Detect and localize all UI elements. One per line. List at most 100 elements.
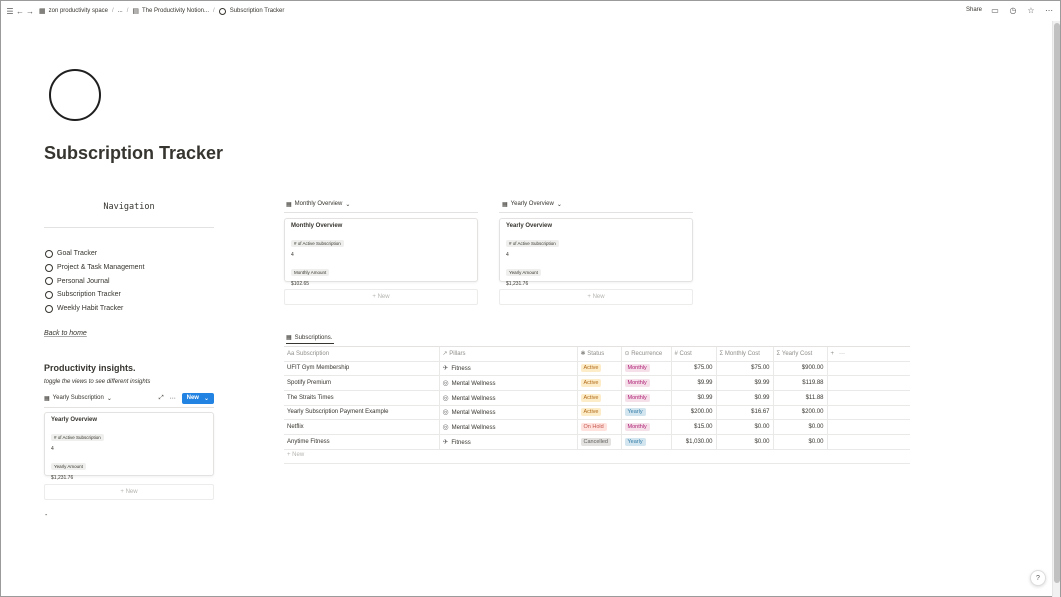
cell-subscription[interactable]: Yearly Subscription Payment Example — [284, 405, 440, 421]
insights-card[interactable]: Yearly Overview # of Active Subscription… — [44, 412, 214, 481]
page-title[interactable]: Subscription Tracker — [44, 143, 223, 164]
table-row[interactable]: Yearly Subscription Payment Example ◎ Men… — [284, 405, 910, 421]
table-row[interactable]: UFIT Gym Membership ✈ Fitness Active Mont… — [284, 361, 910, 377]
breadcrumb-parent[interactable]: ▤ The Productivity Notion... — [132, 7, 209, 15]
new-card-button[interactable]: + New — [499, 289, 693, 305]
yearly-view-selector[interactable]: Yearly Overview — [511, 201, 554, 207]
view-selector[interactable]: Yearly Subscription — [53, 395, 104, 401]
comment-icon[interactable]: ▭ — [990, 5, 1000, 15]
chevron-down-icon[interactable]: ⌄ — [557, 201, 562, 208]
help-button[interactable]: ? — [1030, 570, 1046, 586]
tab-subscriptions[interactable]: ▦ Subscriptions. — [286, 332, 335, 344]
cell-yearly-cost[interactable]: $200.00 — [773, 405, 828, 421]
cell-cost[interactable]: $9.99 — [671, 375, 717, 391]
cell-pillars[interactable]: ◎ Mental Wellness — [439, 419, 578, 435]
col-header-yearly-cost[interactable]: Σ Yearly Cost — [773, 347, 828, 362]
breadcrumb-ellipsis[interactable]: ... — [118, 8, 123, 14]
cell-cost[interactable]: $1,030.00 — [671, 434, 717, 450]
cell-recurrence[interactable]: Monthly — [621, 390, 672, 406]
cell-yearly-cost[interactable]: $0.00 — [773, 419, 828, 435]
cell-monthly-cost[interactable]: $16.67 — [716, 405, 774, 421]
clock-icon[interactable]: ◷ — [1008, 5, 1018, 15]
cell-status[interactable]: On Hold — [577, 419, 622, 435]
yearly-overview-card[interactable]: Yearly Overview # of Active Subscription… — [499, 218, 693, 287]
cell-monthly-cost[interactable]: $0.00 — [716, 419, 774, 435]
new-row-button[interactable]: + New — [287, 452, 304, 458]
col-header-status[interactable]: ✱ Status — [577, 347, 622, 362]
forward-arrow-icon[interactable]: → — [25, 6, 35, 16]
cell-status[interactable]: Active — [577, 361, 622, 377]
cell-monthly-cost[interactable]: $0.99 — [716, 390, 774, 406]
chevron-down-icon[interactable]: ⌄ — [345, 201, 350, 208]
cell-pillars[interactable]: ✈ Fitness — [439, 361, 578, 377]
cell-monthly-cost[interactable]: $75.00 — [716, 361, 774, 377]
cell-monthly-cost[interactable]: $9.99 — [716, 375, 774, 391]
cell-status[interactable]: Active — [577, 405, 622, 421]
cell-cost[interactable]: $15.00 — [671, 419, 717, 435]
col-header-cost[interactable]: # Cost — [671, 347, 717, 362]
cell-cost[interactable]: $75.00 — [671, 361, 717, 377]
cell-monthly-cost[interactable]: $0.00 — [716, 434, 774, 450]
cell-pillars[interactable]: ✈ Fitness — [439, 434, 578, 450]
expand-icon[interactable]: ⤢ — [159, 395, 164, 402]
table-row[interactable]: Anytime Fitness ✈ Fitness Cancelled Yearl… — [284, 434, 910, 450]
chevron-down-icon[interactable]: ⌄ — [204, 395, 209, 402]
new-button[interactable]: New ⌄ — [181, 392, 214, 404]
table-row[interactable]: Spotify Premium ◎ Mental Wellness Active … — [284, 375, 910, 391]
cell-recurrence[interactable]: Yearly — [621, 434, 672, 450]
nav-item-goal-tracker[interactable]: Goal Tracker — [45, 247, 144, 261]
new-card-button[interactable]: + New — [44, 484, 214, 500]
cell-recurrence[interactable]: Yearly — [621, 405, 672, 421]
back-arrow-icon[interactable]: ← — [15, 6, 25, 16]
more-icon[interactable]: ··· — [839, 351, 845, 357]
cell-subscription[interactable]: The Straits Times — [284, 390, 440, 406]
cell-recurrence[interactable]: Monthly — [621, 375, 672, 391]
col-header-recurrence[interactable]: ⊙ Recurrence — [621, 347, 672, 362]
cell-yearly-cost[interactable]: $0.00 — [773, 434, 828, 450]
more-icon[interactable]: ⋯ — [170, 395, 176, 402]
menu-icon[interactable]: ☰ — [5, 6, 15, 16]
cell-status[interactable]: Cancelled — [577, 434, 622, 450]
nav-item-project-task[interactable]: Project & Task Management — [45, 261, 144, 275]
more-icon[interactable]: ⋯ — [1044, 5, 1054, 15]
col-header-pillars[interactable]: ↗ Pillars — [439, 347, 578, 362]
star-icon[interactable]: ☆ — [1026, 5, 1036, 15]
cell-status[interactable]: Active — [577, 375, 622, 391]
table-row[interactable]: Netflix ◎ Mental Wellness On Hold Monthly… — [284, 419, 910, 435]
col-header-monthly-cost[interactable]: Σ Monthly Cost — [716, 347, 774, 362]
cell-yearly-cost[interactable]: $900.00 — [773, 361, 828, 377]
divider — [499, 212, 693, 213]
cell-subscription[interactable]: Spotify Premium — [284, 375, 440, 391]
scrollbar[interactable] — [1052, 21, 1060, 597]
cell-yearly-cost[interactable]: $119.88 — [773, 375, 828, 391]
nav-item-personal-journal[interactable]: Personal Journal — [45, 274, 144, 288]
cell-yearly-cost[interactable]: $11.88 — [773, 390, 828, 406]
cell-cost[interactable]: $0.99 — [671, 390, 717, 406]
cell-status[interactable]: Active — [577, 390, 622, 406]
table-row[interactable]: The Straits Times ◎ Mental Wellness Activ… — [284, 390, 910, 406]
recurrence-badge: Monthly — [624, 364, 650, 373]
cell-recurrence[interactable]: Monthly — [621, 419, 672, 435]
nav-item-subscription-tracker[interactable]: Subscription Tracker — [45, 288, 144, 302]
monthly-view-selector[interactable]: Monthly Overview — [295, 201, 343, 207]
chevron-down-icon[interactable]: ⌄ — [107, 395, 112, 402]
monthly-overview-card[interactable]: Monthly Overview # of Active Subscriptio… — [284, 218, 478, 287]
scrollbar-thumb[interactable] — [1054, 23, 1060, 583]
cell-recurrence[interactable]: Monthly — [621, 361, 672, 377]
page-circle-icon[interactable] — [49, 69, 101, 121]
col-header-subscription[interactable]: Aa Subscription — [284, 347, 440, 362]
cell-subscription[interactable]: Netflix — [284, 419, 440, 435]
share-button[interactable]: Share — [966, 7, 982, 13]
cell-subscription[interactable]: Anytime Fitness — [284, 434, 440, 450]
new-card-button[interactable]: + New — [284, 289, 478, 305]
add-column-icon[interactable]: + — [831, 351, 835, 357]
nav-item-weekly-habit[interactable]: Weekly Habit Tracker — [45, 302, 144, 316]
breadcrumb-workspace[interactable]: ▦ zon productivity space — [39, 7, 108, 15]
cell-pillars[interactable]: ◎ Mental Wellness — [439, 390, 578, 406]
cell-subscription[interactable]: UFIT Gym Membership — [284, 361, 440, 377]
cell-pillars[interactable]: ◎ Mental Wellness — [439, 375, 578, 391]
cell-pillars[interactable]: ◎ Mental Wellness — [439, 405, 578, 421]
breadcrumb-current[interactable]: Subscription Tracker — [218, 7, 284, 15]
cell-cost[interactable]: $200.00 — [671, 405, 717, 421]
back-to-home-link[interactable]: Back to home — [44, 330, 87, 337]
